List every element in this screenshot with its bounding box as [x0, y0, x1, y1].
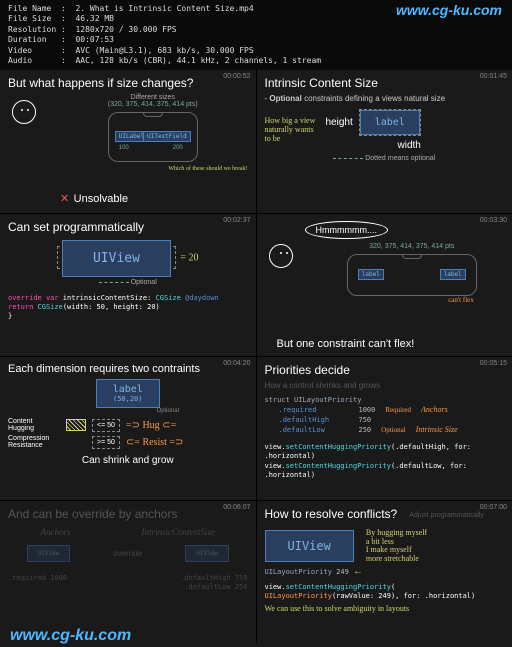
- watermark-bottom: www.cg-ku.com: [10, 627, 131, 645]
- le50: <= 50: [92, 419, 120, 432]
- dotted-note: Dotted means optional: [265, 155, 505, 162]
- panel-title: Each dimension requires two contraints: [8, 363, 248, 375]
- timestamp: 00:02:37: [223, 217, 250, 224]
- code-block: view.setContentHuggingPriority(.defaultH…: [265, 443, 505, 479]
- label-box: label (50,20): [96, 379, 160, 408]
- uiview-box: UIView: [62, 240, 171, 277]
- override-label: override: [113, 549, 142, 558]
- watermark-top: www.cg-ku.com: [396, 2, 502, 18]
- thumb-4: 00:04:20 Each dimension requires two con…: [0, 357, 256, 500]
- height-label: height: [326, 117, 353, 128]
- anchors-label: Anchors: [41, 527, 71, 537]
- thumb-3: 00:03:30 Hmmmmmm.... 320, 375, 414, 375,…: [257, 214, 512, 357]
- hug-label: Hug: [142, 420, 159, 431]
- timestamp: 00:00:52: [223, 73, 250, 80]
- compression-resistance-label: Compression Resistance: [8, 435, 60, 449]
- face-icon: [12, 100, 36, 124]
- arrow-icon: ←: [353, 566, 363, 577]
- timestamp: 00:04:20: [223, 360, 250, 367]
- code-block: struct UILayoutPriority .required1000Req…: [265, 396, 505, 435]
- code-block: view.setContentHuggingPriority( UILayout…: [265, 583, 505, 601]
- priority-label: UILayoutPriority: [265, 568, 337, 576]
- optional-label: Optional: [88, 408, 248, 414]
- phone-icon: UILabel UITextField 100 200: [108, 112, 198, 162]
- label-box: label: [358, 269, 384, 280]
- which-note: Which of these should we break!: [58, 166, 248, 173]
- timestamp: 00:05:15: [480, 360, 507, 367]
- panel-title: But what happens if size changes?: [8, 76, 248, 90]
- handwritten-note: How big a view naturally wants to be: [265, 117, 320, 143]
- panel-title: And can be override by anchors: [8, 507, 248, 521]
- diff-sizes-label: Different sizes: [58, 94, 248, 101]
- adjust-label: Adjust programmatically: [409, 512, 484, 519]
- timestamp: 00:01:45: [480, 73, 507, 80]
- unsolvable-label: Unsolvable: [74, 193, 128, 205]
- sizes-list: (320, 375, 414, 375, 414 pts): [58, 101, 248, 108]
- thumb-1: 00:01:45 Intrinsic Content Size - Option…: [257, 70, 512, 213]
- panel-title: How to resolve conflicts?: [265, 507, 398, 521]
- panel-title: Can set programmatically: [8, 220, 248, 234]
- thumb-5: 00:05:15 Priorities decide How a control…: [257, 357, 512, 500]
- thumb-2: 00:02:37 Can set programmatically UIView…: [0, 214, 256, 357]
- timestamp: 00:03:30: [480, 217, 507, 224]
- phone-icon: label label can't flex: [347, 254, 477, 296]
- uiview-box: UIView: [185, 545, 229, 562]
- ge50: >= 50: [92, 436, 120, 449]
- handwritten-note: By hugging myself a bit less I make myse…: [366, 529, 427, 564]
- thumb-6: 00:06:07 And can be override by anchors …: [0, 501, 256, 644]
- label-box: label: [360, 110, 420, 135]
- cant-flex-note: can't flex: [448, 297, 474, 305]
- panel-subtitle: How a control shrinks and grows: [265, 381, 505, 390]
- footer-text: But one constraint can't flex!: [277, 338, 415, 350]
- panel-subtitle: - Optional constraints defining a views …: [265, 94, 505, 103]
- panel-title: Intrinsic Content Size: [265, 76, 505, 90]
- ics-label: IntrinsicContentSize: [142, 527, 216, 537]
- speech-bubble: Hmmmmmm....: [305, 221, 388, 239]
- footer-text: Can shrink and grow: [8, 455, 248, 466]
- thumbnail-grid: 00:00:52 But what happens if size change…: [0, 70, 512, 643]
- thumb-7: 00:07:00 How to resolve conflicts? Adjus…: [257, 501, 512, 644]
- uiview-box: UIView: [27, 545, 71, 562]
- sizes-list: 320, 375, 414, 375, 414 pts: [320, 243, 505, 250]
- num2: 200: [173, 145, 183, 151]
- eq20: = 20: [180, 252, 198, 263]
- code-block: override var intrinsicContentSize: CGSiz…: [8, 294, 248, 321]
- thumb-0: 00:00:52 But what happens if size change…: [0, 70, 256, 213]
- footer-note: We can use this to solve ambiguity in la…: [265, 605, 505, 614]
- uitextfield-box: UITextField: [143, 131, 191, 142]
- width-label: width: [326, 140, 421, 151]
- face-icon: [269, 244, 293, 268]
- num1: 100: [119, 145, 129, 151]
- panel-title: Priorities decide: [265, 363, 505, 377]
- arrow-icon: [66, 419, 86, 431]
- resist-label: Resist: [142, 437, 166, 448]
- x-icon: ✕: [60, 193, 69, 205]
- timestamp: 00:06:07: [223, 504, 250, 511]
- content-hugging-label: Content Hugging: [8, 418, 60, 432]
- uiview-box: UIView: [265, 530, 354, 562]
- optional-label: Optional: [131, 279, 157, 286]
- timestamp: 00:07:00: [480, 504, 507, 511]
- priority-val: 249: [336, 568, 349, 576]
- label-box: label: [440, 269, 466, 280]
